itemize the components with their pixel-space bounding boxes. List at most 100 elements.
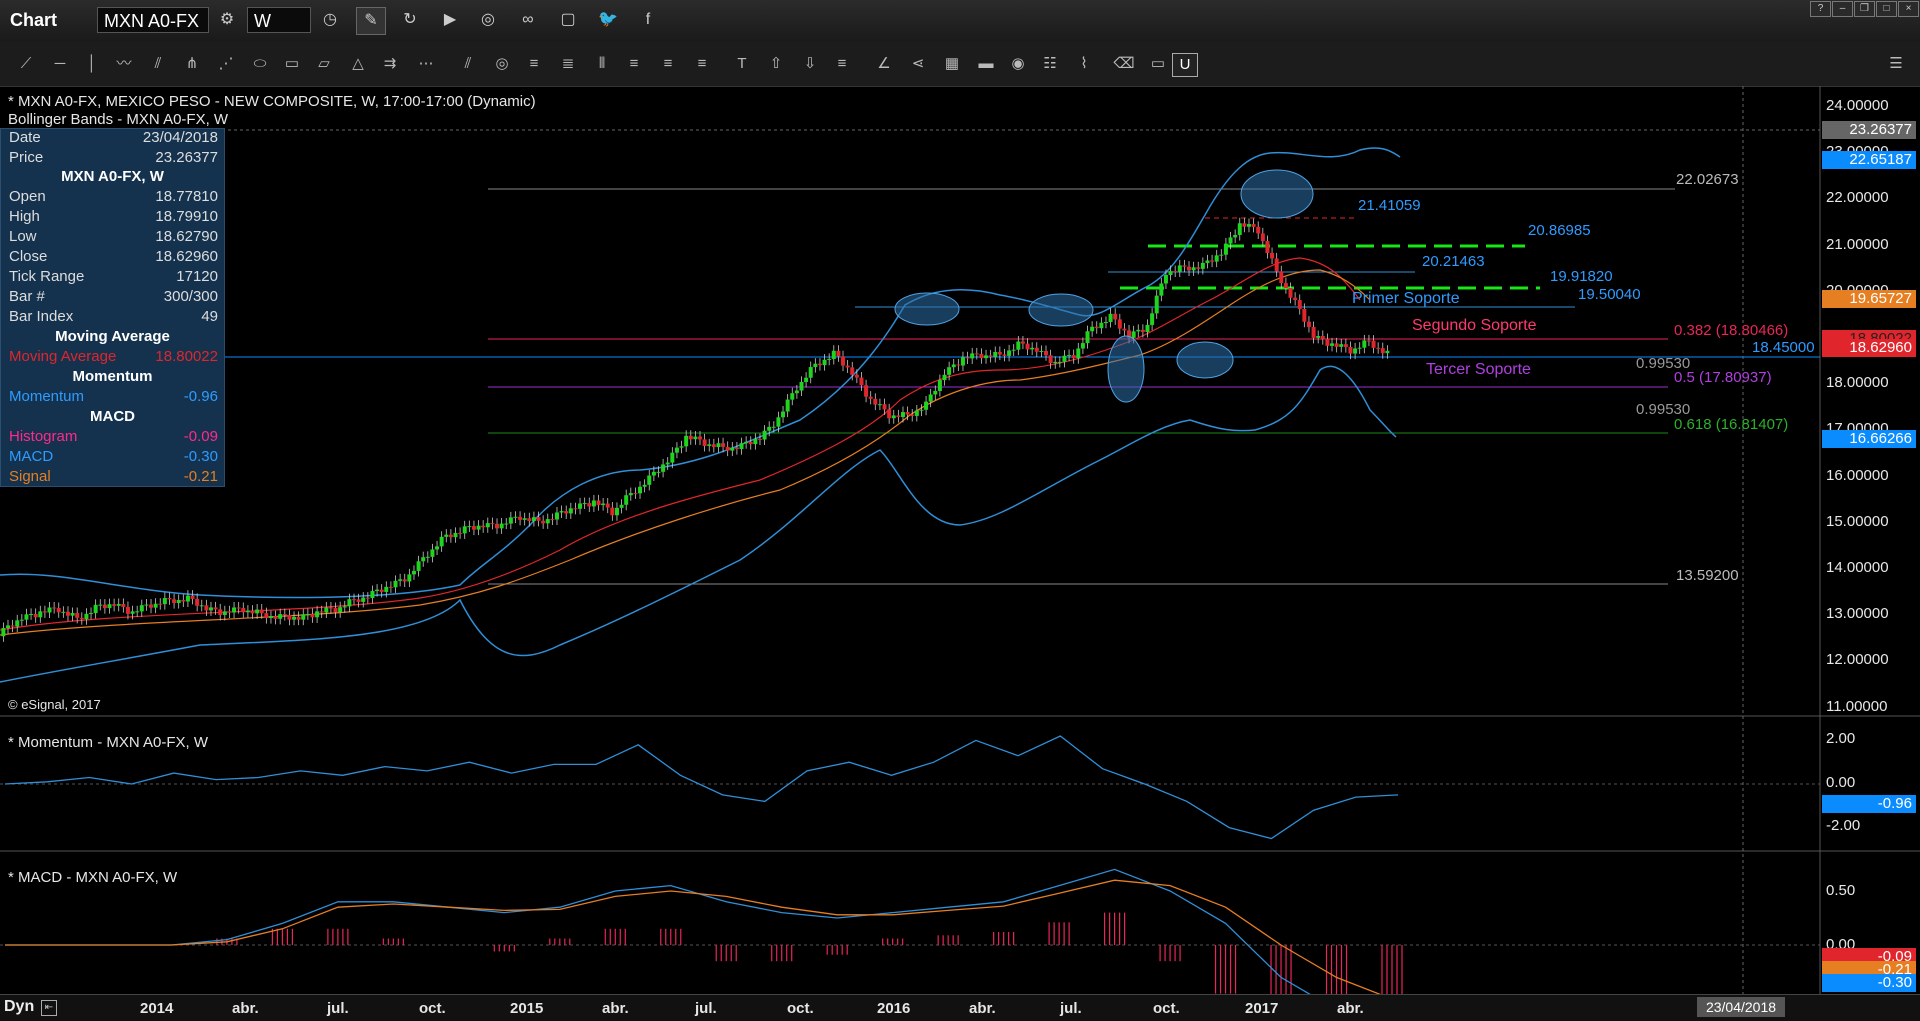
regression-icon[interactable]: ⫽ xyxy=(456,53,480,75)
candle-body xyxy=(1200,263,1205,269)
gann-fan-icon[interactable]: ⋰ xyxy=(214,53,238,75)
cycle-lines-icon[interactable]: ⋯ xyxy=(414,53,438,75)
candle-body xyxy=(61,611,66,613)
note-tool-icon[interactable]: ≡ xyxy=(830,53,854,75)
momentum-tag: -0.96 xyxy=(1822,795,1916,813)
help-button[interactable]: ? xyxy=(1810,1,1831,17)
chat-icon[interactable]: ▢ xyxy=(554,7,582,33)
elliott-wave-icon[interactable]: ⋖ xyxy=(906,53,930,75)
macd-histogram xyxy=(216,912,1403,996)
fib-arc-icon[interactable]: ≡ xyxy=(656,53,680,75)
candle-body xyxy=(1325,339,1330,346)
highlight-ellipse[interactable] xyxy=(1240,169,1314,219)
eraser-icon[interactable]: ⌫ xyxy=(1112,53,1136,75)
annotation-segundo-soporte[interactable]: Segundo Soporte xyxy=(1412,317,1537,335)
candle-body xyxy=(873,398,878,405)
trend-channel-icon[interactable]: ⫽ xyxy=(146,53,170,75)
arrow-down-icon[interactable]: ⇩ xyxy=(798,53,822,75)
fib-retracement-icon[interactable]: ≡ xyxy=(522,53,546,75)
candle-body xyxy=(1348,347,1353,354)
candle-body xyxy=(453,532,458,538)
parallelogram-icon[interactable]: ▱ xyxy=(312,53,336,75)
candle-body xyxy=(508,517,513,524)
candle-body xyxy=(89,613,94,615)
play-icon[interactable]: ▶ xyxy=(436,7,464,33)
candle-body xyxy=(268,616,273,619)
mod-tool-icon[interactable]: ▬ xyxy=(974,53,998,75)
symbol-input[interactable]: MXN A0-FX xyxy=(97,7,209,33)
rectangle-tool-icon[interactable]: ▭ xyxy=(280,53,304,75)
draw-pencil-icon[interactable]: ✎ xyxy=(356,7,386,35)
interval-select[interactable]: W xyxy=(247,7,311,33)
line-tool-icon[interactable]: ⟋ xyxy=(14,53,38,75)
chart-canvas[interactable] xyxy=(0,86,1920,996)
fib-channel-icon[interactable]: ≡ xyxy=(690,53,714,75)
magnet-icon[interactable]: U xyxy=(1172,53,1198,77)
candle-body xyxy=(693,436,698,440)
date-axis-label: abr. xyxy=(602,1000,629,1017)
info-row-value: 49 xyxy=(201,308,218,325)
arrow-tool-icon[interactable]: ⇉ xyxy=(378,53,402,75)
candle-body xyxy=(411,570,416,575)
maximize-button[interactable]: □ xyxy=(1876,1,1897,17)
link-icon[interactable]: ∞ xyxy=(514,7,542,33)
candle-body xyxy=(264,613,269,619)
highlight-ellipse[interactable] xyxy=(1176,341,1234,379)
target-icon[interactable]: ◎ xyxy=(474,7,502,33)
angle-tool-icon[interactable]: ∠ xyxy=(872,53,896,75)
candle-body xyxy=(1265,241,1270,253)
hline-tool-icon[interactable]: ─ xyxy=(48,53,72,75)
highlight-ellipse[interactable] xyxy=(894,292,960,326)
dyn-label[interactable]: Dyn xyxy=(4,998,34,1016)
fib-time-icon[interactable]: ⦀ xyxy=(590,53,614,75)
candle-body xyxy=(804,377,809,382)
polyline-tool-icon[interactable]: 〰 xyxy=(112,53,136,75)
twitter-icon[interactable]: 🐦 xyxy=(594,7,622,33)
text-tool-icon[interactable]: T xyxy=(730,53,754,75)
zigzag-tool-icon[interactable]: ⌇ xyxy=(1072,53,1096,75)
pti-tool-icon[interactable]: ☷ xyxy=(1038,53,1062,75)
template-icon[interactable]: ▭ xyxy=(1146,53,1170,75)
restore-button[interactable]: ❐ xyxy=(1854,1,1875,17)
date-axis[interactable]: Dyn ⇤ 23/04/2018 xyxy=(0,994,1920,1021)
toolbar-menu-icon[interactable]: ☰ xyxy=(1884,53,1908,75)
candle-body xyxy=(702,439,707,446)
candle-body xyxy=(891,415,896,419)
circle-tool-icon[interactable]: ◎ xyxy=(490,53,514,75)
bollinger-header: Bollinger Bands - MXN A0-FX, W xyxy=(8,111,229,128)
clock-icon[interactable]: ◷ xyxy=(316,7,344,33)
fib-extension-icon[interactable]: ≣ xyxy=(556,53,580,75)
triangle-tool-icon[interactable]: △ xyxy=(346,53,370,75)
candle-body xyxy=(79,617,84,620)
signal-value: -0.21 xyxy=(183,468,218,485)
grid-tool-icon[interactable]: ▦ xyxy=(940,53,964,75)
eye-tool-icon[interactable]: ◉ xyxy=(1006,53,1030,75)
arrow-up-icon[interactable]: ⇧ xyxy=(764,53,788,75)
ellipse-tool-icon[interactable]: ⬭ xyxy=(248,53,272,75)
pitchfork-icon[interactable]: ⋔ xyxy=(180,53,204,75)
candle-body xyxy=(762,430,767,440)
vline-tool-icon[interactable]: │ xyxy=(80,53,104,75)
symbol-settings-icon[interactable]: ⚙ xyxy=(213,7,241,33)
close-button[interactable]: × xyxy=(1898,1,1919,17)
candle-body xyxy=(425,556,430,558)
candle-body xyxy=(651,471,656,476)
macd-label: MACD xyxy=(9,448,54,465)
fib-fan-icon[interactable]: ≡ xyxy=(622,53,646,75)
refresh-icon[interactable]: ↻ xyxy=(396,7,424,33)
candle-body xyxy=(942,374,947,381)
candle-body xyxy=(739,443,744,450)
annotation-primer-soporte[interactable]: Primer Soporte xyxy=(1352,290,1460,308)
highlight-ellipse[interactable] xyxy=(1028,293,1094,327)
candle-body xyxy=(352,599,356,601)
minimize-button[interactable]: – xyxy=(1832,1,1853,17)
annotation-tercer-soporte[interactable]: Tercer Soporte xyxy=(1426,361,1531,379)
facebook-icon[interactable]: f xyxy=(634,7,662,33)
highlight-ellipse[interactable] xyxy=(1107,335,1145,403)
candle-body xyxy=(1016,341,1021,350)
scroll-lock-icon[interactable]: ⇤ xyxy=(41,1000,57,1016)
candle-body xyxy=(513,516,518,518)
candle-body xyxy=(324,607,329,613)
candle-body xyxy=(591,500,596,507)
candle-body xyxy=(448,534,453,538)
